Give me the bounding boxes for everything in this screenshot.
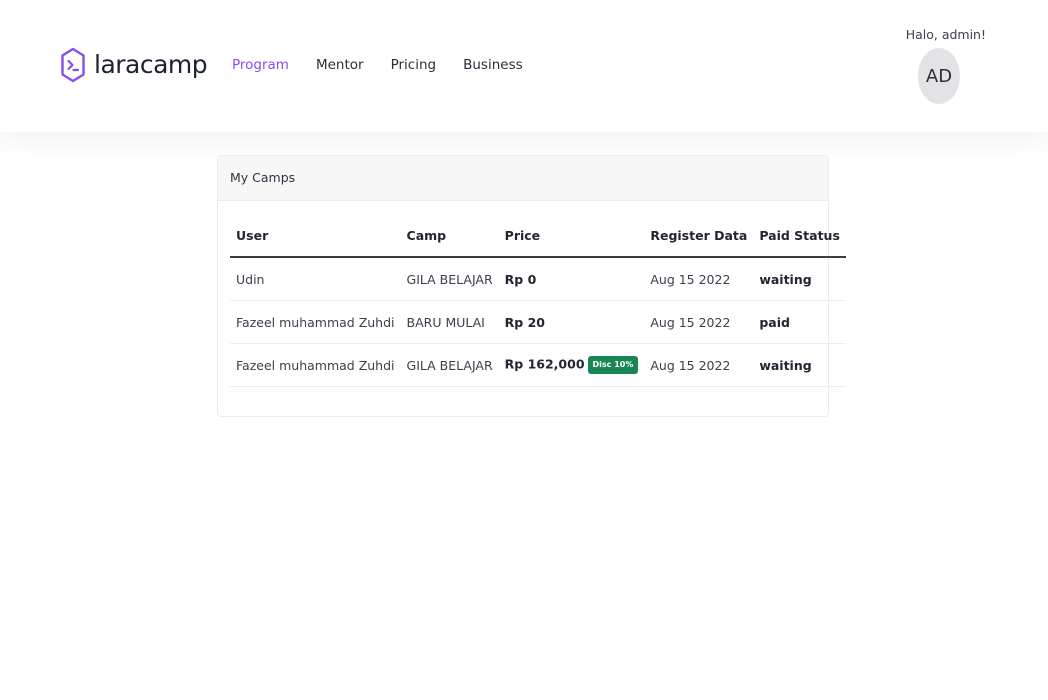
cell-price: Rp 162,000 Disc 10% — [498, 343, 645, 387]
discount-badge: Disc 10% — [587, 356, 639, 374]
cell-paid-status: waiting — [753, 343, 846, 387]
main-nav: Program Mentor Pricing Business — [232, 55, 550, 75]
column-header-camp: Camp — [400, 214, 499, 258]
cell-price: Rp 20 — [498, 300, 645, 344]
table-header-row: User Camp Price Register Data Paid Statu… — [230, 214, 846, 258]
cell-camp: GILA BELAJAR — [400, 257, 499, 301]
table-row: Fazeel muhammad Zuhdi BARU MULAI Rp 20 A… — [230, 300, 846, 344]
column-header-paid-status: Paid Status — [753, 214, 846, 258]
cell-camp: GILA BELAJAR — [400, 343, 499, 387]
cell-user: Udin — [230, 257, 401, 301]
nav-business-link[interactable]: Business — [463, 55, 523, 75]
cell-register-date: Aug 15 2022 — [644, 343, 754, 387]
column-header-price: Price — [498, 214, 645, 258]
cell-paid-status: paid — [753, 300, 846, 344]
nav-program-link[interactable]: Program — [232, 55, 289, 75]
user-avatar[interactable]: AD — [918, 48, 960, 104]
brand-logo-link[interactable]: laracamp — [60, 46, 208, 84]
cell-price: Rp 0 — [498, 257, 645, 301]
table-row: Udin GILA BELAJAR Rp 0 Aug 15 2022 waiti… — [230, 257, 846, 301]
price-value: Rp 0 — [504, 271, 537, 287]
user-greeting: Halo, admin! — [905, 27, 986, 42]
nav-mentor-link[interactable]: Mentor — [316, 55, 364, 75]
column-header-user: User — [230, 214, 401, 258]
price-value: Rp 162,000 — [504, 356, 585, 372]
nav-pricing-link[interactable]: Pricing — [391, 55, 437, 75]
laracamp-logo-icon — [61, 47, 85, 83]
user-area: Halo, admin! — [866, 26, 986, 44]
my-camps-card: My Camps User Camp Price Register Data P… — [217, 155, 846, 417]
column-header-register-date: Register Data — [644, 214, 754, 258]
top-navbar: laracamp Program Mentor Pricing Business… — [0, 0, 1048, 132]
camps-table: User Camp Price Register Data Paid Statu… — [230, 214, 846, 387]
card-title: My Camps — [218, 156, 828, 201]
table-row: Fazeel muhammad Zuhdi GILA BELAJAR Rp 16… — [230, 343, 846, 387]
cell-register-date: Aug 15 2022 — [644, 257, 754, 301]
cell-paid-status: waiting — [753, 257, 846, 301]
price-value: Rp 20 — [504, 314, 545, 330]
cell-camp: BARU MULAI — [400, 300, 499, 344]
cell-register-date: Aug 15 2022 — [644, 300, 754, 344]
brand-name: laracamp — [94, 50, 208, 79]
cell-user: Fazeel muhammad Zuhdi — [230, 343, 401, 387]
cell-user: Fazeel muhammad Zuhdi — [230, 300, 401, 344]
